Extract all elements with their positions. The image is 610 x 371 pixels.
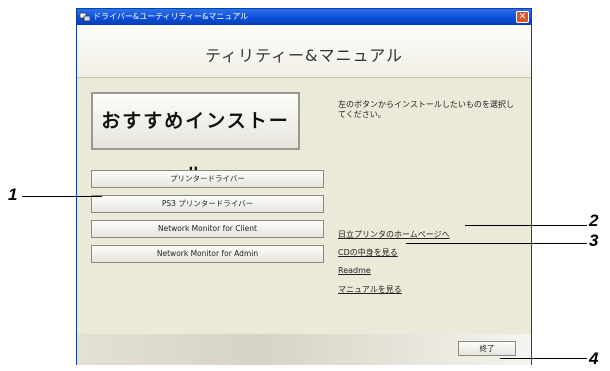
close-button[interactable]: ✕ (516, 11, 529, 23)
ps3-printer-driver-button[interactable]: PS3 プリンタードライバー (91, 195, 324, 213)
printer-driver-button[interactable]: プリンタードライバー (91, 170, 324, 188)
header-title: ティリティー&マニュアル (204, 46, 404, 65)
footer-bar: 終了 (77, 334, 531, 365)
callout-3-line (406, 243, 587, 244)
installer-window: ドライバー&ユーティリティー&マニュアル ✕ ティリティー&マニュアル おすすめ… (76, 8, 532, 365)
hitachi-homepage-link[interactable]: 日立プリンタのホームページへ (338, 229, 450, 240)
view-manual-link[interactable]: マニュアルを見る (338, 284, 402, 295)
header-banner: ティリティー&マニュアル (77, 25, 531, 78)
network-monitor-client-button[interactable]: Network Monitor for Client (91, 220, 324, 238)
readme-link[interactable]: Readme (338, 266, 371, 275)
instruction-text: 左のボタンからインストールしたいものを選択してください。 (338, 100, 514, 119)
callout-2: 2 (589, 211, 599, 230)
recommended-install-button[interactable]: おすすめインストール (91, 92, 300, 186)
callout-4-line (500, 358, 587, 359)
window-title: ドライバー&ユーティリティー&マニュアル (93, 12, 249, 21)
callout-2-line (465, 225, 587, 226)
content-area: おすすめインストール プリンタードライバー PS3 プリンタードライバー Net… (77, 78, 531, 334)
title-bar[interactable]: ドライバー&ユーティリティー&マニュアル ✕ (77, 9, 531, 25)
exit-button[interactable]: 終了 (458, 341, 516, 356)
callout-1-line (22, 196, 102, 197)
callout-1: 1 (8, 185, 18, 204)
network-monitor-admin-button[interactable]: Network Monitor for Admin (91, 245, 324, 263)
view-cd-contents-link[interactable]: CDの中身を見る (338, 247, 398, 258)
app-icon (80, 12, 90, 22)
callout-3: 3 (589, 231, 599, 250)
callout-4: 4 (589, 349, 599, 368)
